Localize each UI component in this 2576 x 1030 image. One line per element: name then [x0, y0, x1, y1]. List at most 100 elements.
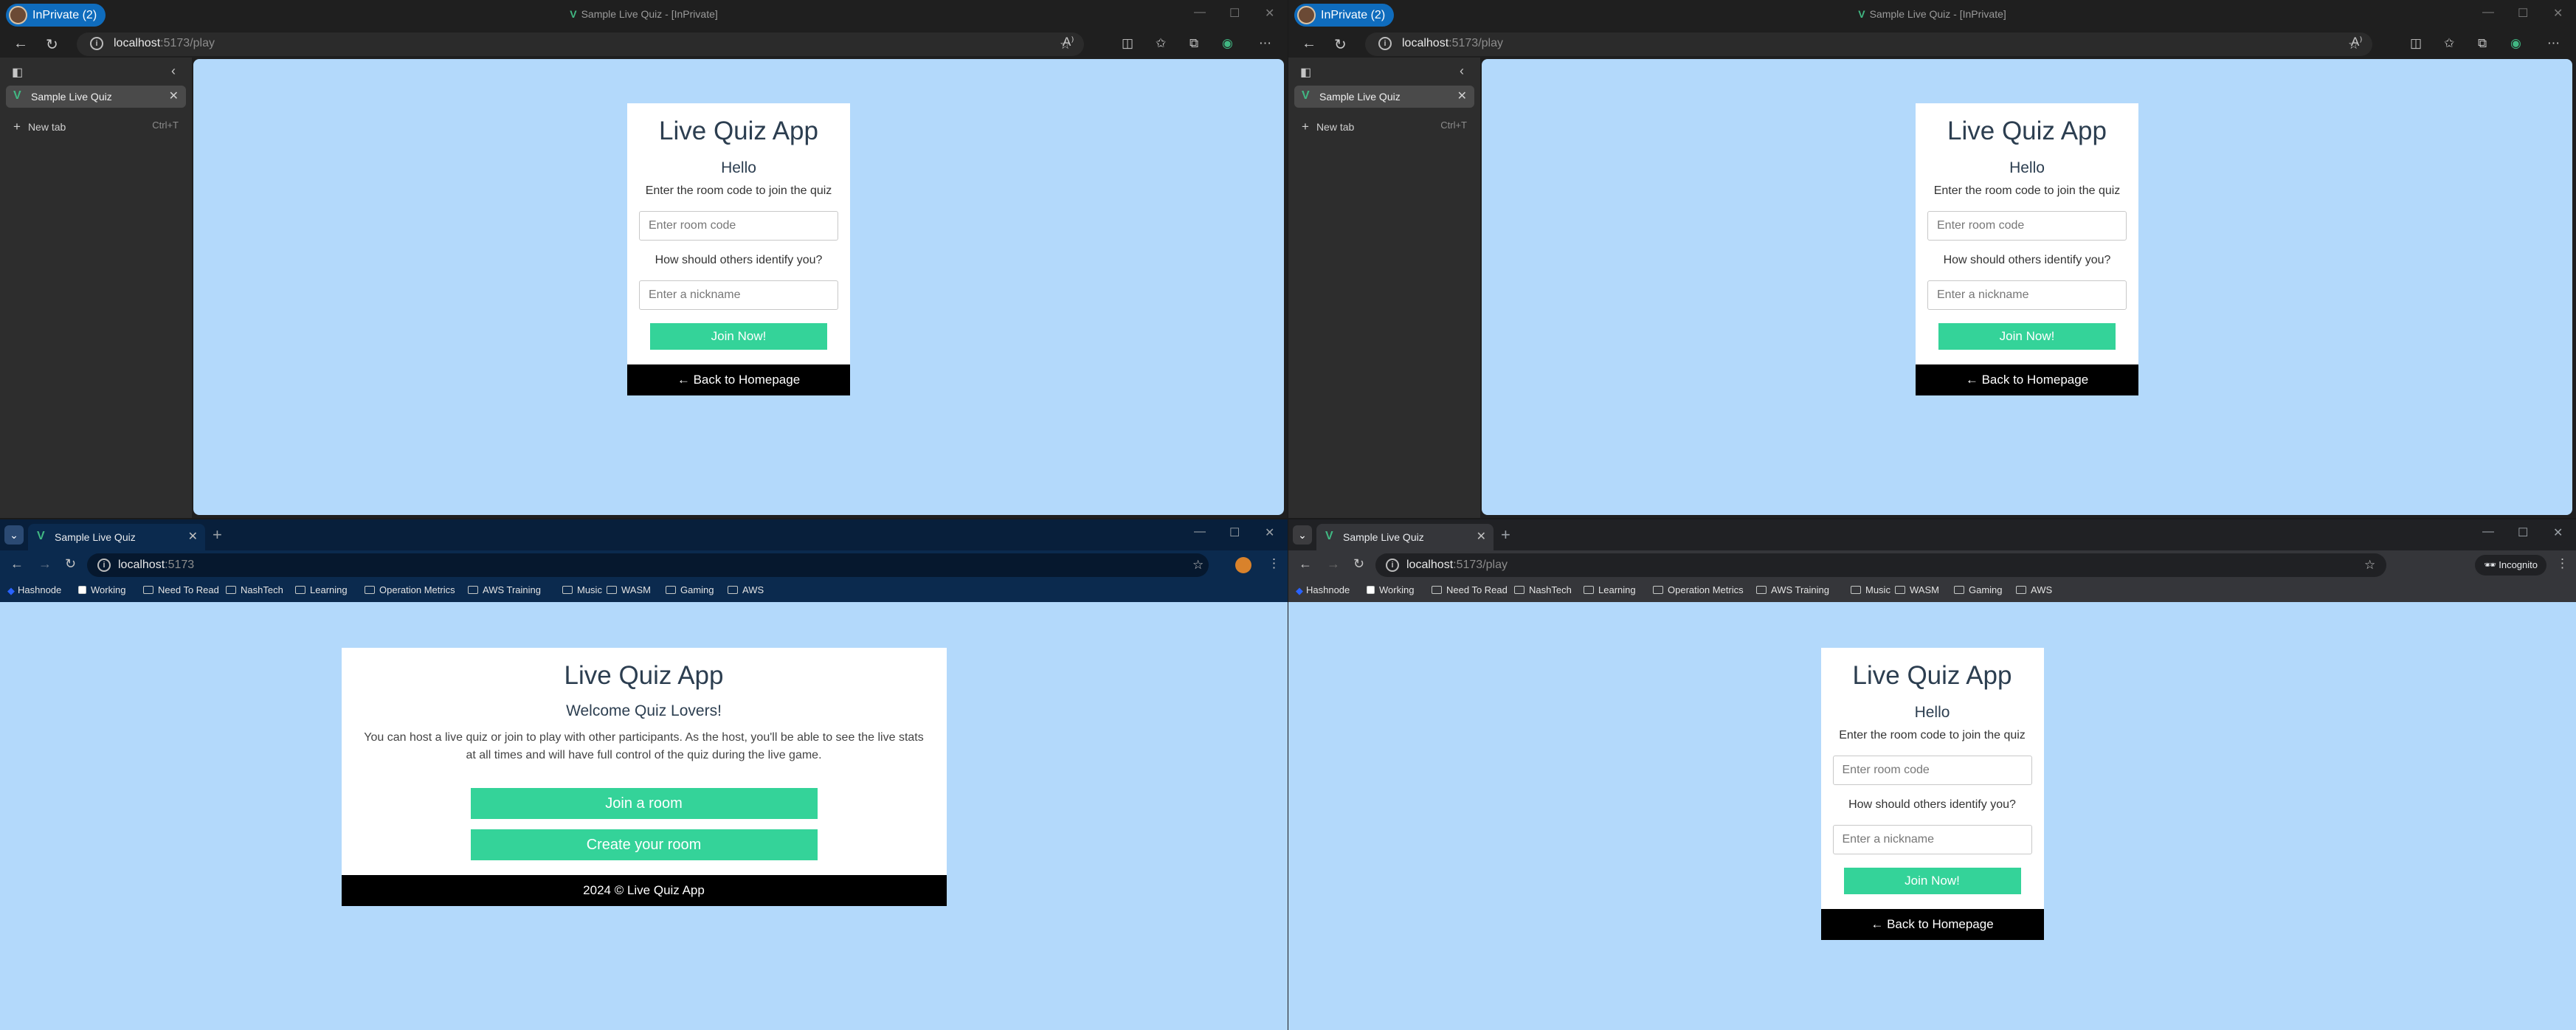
back-icon[interactable]: ← [13, 35, 28, 52]
bookmark-working[interactable]: Working [78, 584, 125, 595]
url-field[interactable]: i localhost:5173/play ☆ [1375, 553, 2386, 577]
tab-search-icon[interactable]: ⌄ [4, 525, 24, 545]
favorites-icon[interactable]: ✩ [2444, 36, 2454, 51]
minimize-icon[interactable]: — [2482, 6, 2494, 19]
close-tab-icon[interactable]: ✕ [1477, 529, 1486, 544]
collapse-icon[interactable]: ‹ [1460, 63, 1464, 79]
bookmark-operation-metrics[interactable]: Operation Metrics [365, 584, 455, 595]
bookmark-operation-metrics[interactable]: Operation Metrics [1653, 584, 1744, 595]
url-field[interactable]: i localhost:5173/play ☆ [77, 32, 1084, 56]
forward-icon[interactable]: → [38, 556, 52, 572]
read-aloud-icon[interactable]: A⁾ [1063, 35, 1074, 49]
refresh-icon[interactable]: ↻ [46, 35, 58, 54]
tab-sample-live-quiz[interactable]: V Sample Live Quiz ✕ [28, 524, 205, 550]
close-tab-icon[interactable]: ✕ [1457, 89, 1467, 103]
bookmark-learning[interactable]: Learning [1584, 584, 1636, 595]
close-tab-icon[interactable]: ✕ [188, 529, 198, 544]
bookmark-music[interactable]: Music [562, 584, 602, 595]
bookmark-gaming[interactable]: Gaming [666, 584, 714, 595]
forward-icon[interactable]: → [1327, 556, 1340, 572]
split-screen-icon[interactable]: ◫ [2410, 36, 2422, 51]
back-icon[interactable]: ← [1302, 35, 1316, 52]
extension-icon[interactable]: ◉ [2510, 36, 2521, 51]
close-icon[interactable]: ✕ [1265, 525, 1274, 540]
bookmark-wasm[interactable]: WASM [1895, 584, 1939, 595]
read-aloud-icon[interactable]: A⁾ [2351, 35, 2363, 49]
maximize-icon[interactable]: ☐ [2518, 525, 2528, 540]
join-button[interactable]: Join Now! [650, 323, 827, 350]
bookmark-hashnode[interactable]: ◆ Hashnode [7, 584, 61, 596]
tab-actions-icon[interactable]: ◧ [1300, 65, 1311, 80]
bookmark-gaming[interactable]: Gaming [1954, 584, 2003, 595]
bookmark-working[interactable]: Working [1367, 584, 1414, 595]
close-tab-icon[interactable]: ✕ [169, 89, 179, 103]
incognito-badge[interactable]: 🕶 Incognito [2475, 555, 2546, 576]
more-icon[interactable]: ⋯ [2547, 36, 2560, 51]
close-icon[interactable]: ✕ [1265, 6, 1274, 21]
bookmark-music[interactable]: Music [1851, 584, 1890, 595]
info-icon[interactable]: i [1386, 559, 1399, 572]
nickname-input[interactable] [639, 280, 838, 310]
star-icon[interactable]: ☆ [2364, 558, 2375, 573]
room-code-input[interactable] [1832, 756, 2032, 785]
minimize-icon[interactable]: — [1194, 6, 1206, 19]
info-icon[interactable]: i [1378, 37, 1392, 50]
split-screen-icon[interactable]: ◫ [1122, 36, 1133, 51]
more-icon[interactable]: ⋯ [1259, 36, 1271, 51]
maximize-icon[interactable]: ☐ [1229, 525, 1240, 540]
room-code-input[interactable] [1927, 211, 2127, 241]
close-icon[interactable]: ✕ [2553, 525, 2563, 540]
bookmark-aws-training[interactable]: AWS Training [1756, 584, 1829, 595]
bookmark-hashnode[interactable]: ◆ Hashnode [1296, 584, 1350, 596]
minimize-icon[interactable]: — [1194, 525, 1206, 539]
create-room-button[interactable]: Create your room [470, 829, 818, 860]
back-icon[interactable]: ← [1299, 556, 1312, 572]
back-to-homepage-button[interactable]: ← Back to Homepage [1916, 364, 2138, 395]
bookmark-aws[interactable]: AWS [2016, 584, 2052, 595]
refresh-icon[interactable]: ↻ [65, 556, 76, 572]
tab-sample-live-quiz[interactable]: V Sample Live Quiz ✕ [1294, 86, 1474, 108]
bookmark-need-to-read[interactable]: Need To Read [1432, 584, 1508, 595]
tab-actions-icon[interactable]: ◧ [12, 65, 23, 80]
tab-search-icon[interactable]: ⌄ [1293, 525, 1312, 545]
new-tab-icon[interactable]: + [213, 525, 222, 545]
extension-icon[interactable]: ◉ [1222, 36, 1233, 51]
minimize-icon[interactable]: — [2482, 525, 2494, 539]
join-button[interactable]: Join Now! [1938, 323, 2116, 350]
nickname-input[interactable] [1832, 825, 2032, 854]
tab-sample-live-quiz[interactable]: V Sample Live Quiz ✕ [6, 86, 186, 108]
collections-icon[interactable]: ⧉ [1189, 36, 1198, 51]
join-button[interactable]: Join Now! [1843, 868, 2021, 894]
bookmark-learning[interactable]: Learning [295, 584, 348, 595]
back-to-homepage-button[interactable]: ← Back to Homepage [627, 364, 850, 395]
bookmark-wasm[interactable]: WASM [607, 584, 651, 595]
bookmark-aws-training[interactable]: AWS Training [468, 584, 541, 595]
info-icon[interactable]: i [97, 559, 111, 572]
back-icon[interactable]: ← [10, 556, 24, 572]
refresh-icon[interactable]: ↻ [1334, 35, 1347, 54]
nickname-input[interactable] [1927, 280, 2127, 310]
favorites-icon[interactable]: ✩ [1156, 36, 1166, 51]
join-room-button[interactable]: Join a room [470, 788, 818, 819]
back-to-homepage-button[interactable]: ← Back to Homepage [1820, 909, 2044, 940]
bookmark-need-to-read[interactable]: Need To Read [143, 584, 219, 595]
bookmark-nashtech[interactable]: NashTech [226, 584, 283, 595]
menu-icon[interactable]: ⋮ [2556, 556, 2569, 571]
refresh-icon[interactable]: ↻ [1353, 556, 1364, 572]
new-tab-icon[interactable]: + [1501, 525, 1510, 545]
bookmark-aws[interactable]: AWS [728, 584, 764, 595]
url-field[interactable]: i localhost:5173 ☆ [87, 553, 1209, 577]
new-tab-button[interactable]: + New tab Ctrl+T [1302, 120, 1467, 134]
tab-sample-live-quiz[interactable]: V Sample Live Quiz ✕ [1316, 524, 1494, 550]
bookmark-nashtech[interactable]: NashTech [1514, 584, 1572, 595]
collapse-icon[interactable]: ‹ [171, 63, 176, 79]
maximize-icon[interactable]: ☐ [2518, 6, 2528, 21]
profile-avatar[interactable] [1235, 557, 1251, 573]
info-icon[interactable]: i [90, 37, 103, 50]
room-code-input[interactable] [639, 211, 838, 241]
collections-icon[interactable]: ⧉ [2478, 36, 2487, 51]
new-tab-button[interactable]: + New tab Ctrl+T [13, 120, 179, 134]
maximize-icon[interactable]: ☐ [1229, 6, 1240, 21]
star-icon[interactable]: ☆ [1192, 558, 1204, 573]
close-icon[interactable]: ✕ [2553, 6, 2563, 21]
